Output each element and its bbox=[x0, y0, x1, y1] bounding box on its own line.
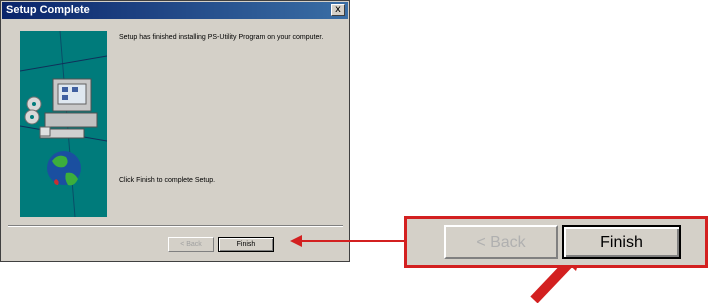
zoomed-buttons-callout: < Back Finish bbox=[404, 216, 708, 268]
left-arrow-icon bbox=[290, 235, 404, 247]
zoomed-back-button[interactable]: < Back bbox=[444, 225, 558, 259]
zoomed-finish-button[interactable]: Finish bbox=[562, 225, 681, 259]
